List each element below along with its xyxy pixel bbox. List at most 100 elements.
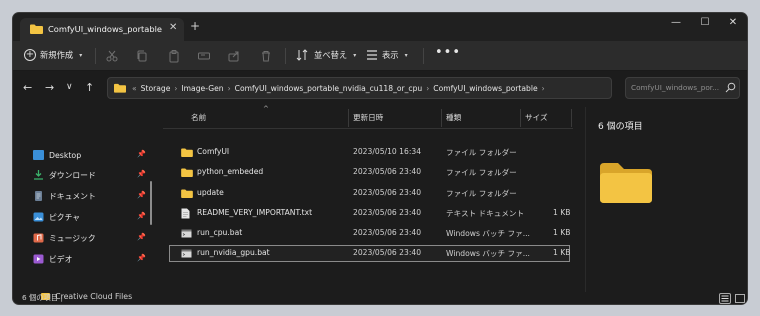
- sidebar-item-videos[interactable]: ビデオ 📌: [33, 251, 153, 267]
- details-pane: 6 個の項目: [585, 107, 747, 292]
- copy-icon[interactable]: [135, 49, 149, 63]
- folder-icon: [114, 83, 126, 95]
- cut-icon[interactable]: [105, 49, 119, 63]
- folder-icon: [30, 24, 43, 36]
- breadcrumb-storage[interactable]: Storage: [141, 84, 171, 93]
- file-name: run_nvidia_gpu.bat: [197, 248, 270, 257]
- forward-button[interactable]: →: [45, 81, 54, 94]
- search-input[interactable]: [631, 83, 719, 92]
- search-icon[interactable]: [725, 82, 736, 95]
- folder-icon: [181, 168, 193, 179]
- delete-icon[interactable]: [259, 49, 273, 63]
- file-date: 2023/05/10 16:34: [353, 147, 422, 156]
- pin-icon[interactable]: 📌: [137, 170, 146, 178]
- file-size: 1 KB: [553, 208, 571, 217]
- close-tab-icon[interactable]: ✕: [169, 22, 177, 33]
- sidebar-item-label: Desktop: [49, 150, 82, 160]
- column-type[interactable]: 種類: [446, 112, 461, 123]
- music-icon: [33, 233, 44, 243]
- folder-icon: [181, 148, 193, 159]
- paste-icon[interactable]: [167, 49, 181, 63]
- file-name: README_VERY_IMPORTANT.txt: [197, 208, 313, 217]
- table-row[interactable]: update 2023/05/06 23:40 ファイル フォルダー: [169, 185, 570, 202]
- column-date[interactable]: 更新日時: [353, 112, 383, 123]
- file-date: 2023/05/06 23:40: [353, 208, 422, 217]
- sidebar-item-label: ダウンロード: [49, 170, 96, 180]
- sidebar-item-music[interactable]: ミュージック 📌: [33, 230, 153, 246]
- sidebar-item-downloads[interactable]: ダウンロード 📌: [33, 167, 153, 183]
- share-icon[interactable]: [227, 49, 241, 63]
- table-row[interactable]: README_VERY_IMPORTANT.txt 2023/05/06 23:…: [169, 205, 570, 222]
- chevron-right-icon[interactable]: ›: [174, 84, 177, 93]
- sidebar-item-desktop[interactable]: Desktop 📌: [33, 147, 153, 163]
- table-row[interactable]: run_nvidia_gpu.bat 2023/05/06 23:40 Wind…: [169, 245, 570, 262]
- address-bar[interactable]: « Storage › Image-Gen › ComfyUI_windows_…: [107, 77, 687, 99]
- chevron-right-icon[interactable]: ›: [228, 84, 231, 93]
- column-divider[interactable]: [348, 109, 349, 127]
- file-name: python_embeded: [197, 167, 264, 176]
- pin-icon[interactable]: 📌: [137, 150, 146, 158]
- chevron-right-icon[interactable]: ›: [542, 84, 545, 93]
- sidebar-item-pictures[interactable]: ピクチャ 📌: [33, 209, 153, 225]
- sidebar-item-label: ドキュメント: [49, 191, 96, 201]
- recent-locations-button[interactable]: ∨: [66, 82, 73, 92]
- maximize-button[interactable]: ☐: [695, 17, 715, 28]
- sort-button[interactable]: 並べ替え ▾: [296, 49, 356, 61]
- item-count-title: 6 個の項目: [598, 122, 643, 132]
- file-name: update: [197, 188, 224, 197]
- table-row[interactable]: ComfyUI 2023/05/10 16:34 ファイル フォルダー: [169, 144, 570, 161]
- file-type: ファイル フォルダー: [446, 168, 517, 177]
- plus-icon: +: [24, 49, 36, 61]
- navigation-pane: Desktop 📌 ダウンロード 📌 ドキュメント 📌 ピクチャ 📌 ミュージッ…: [13, 109, 156, 301]
- column-name[interactable]: 名前: [191, 112, 206, 123]
- chevron-down-icon: ▾: [353, 51, 357, 59]
- details-view-icon[interactable]: [719, 293, 731, 304]
- new-tab-button[interactable]: +: [190, 19, 200, 33]
- minimize-button[interactable]: —: [666, 17, 686, 28]
- search-box[interactable]: [625, 77, 740, 99]
- sort-icon: [296, 49, 308, 61]
- file-name: run_cpu.bat: [197, 228, 243, 237]
- pictures-icon: [33, 212, 44, 222]
- sidebar-item-documents[interactable]: ドキュメント 📌: [33, 188, 153, 204]
- breadcrumb-comfyui-portable[interactable]: ComfyUI_windows_portable: [433, 84, 537, 93]
- table-row[interactable]: python_embeded 2023/05/06 23:40 ファイル フォル…: [169, 164, 570, 181]
- navigation-bar: ← → ∨ ↑ « Storage › Image-Gen › ComfyUI_…: [13, 71, 747, 104]
- view-icon: [367, 50, 377, 60]
- sidebar-scrollbar[interactable]: [150, 181, 152, 225]
- back-button[interactable]: ←: [23, 81, 32, 94]
- file-type: テキスト ドキュメント: [446, 209, 525, 218]
- pin-icon[interactable]: 📌: [137, 212, 146, 220]
- chevron-down-icon: ▾: [404, 51, 408, 59]
- file-type: Windows バッチ ファ...: [446, 249, 530, 258]
- up-button[interactable]: ↑: [85, 81, 94, 94]
- more-options-button[interactable]: •••: [435, 45, 461, 60]
- column-size[interactable]: サイズ: [525, 112, 548, 123]
- tiles-view-icon[interactable]: [734, 293, 746, 304]
- divider: [423, 48, 424, 64]
- batch-file-icon: [181, 229, 192, 240]
- file-type: ファイル フォルダー: [446, 189, 517, 198]
- tab-title: ComfyUI_windows_portable: [48, 24, 163, 34]
- chevron-right-icon[interactable]: ›: [426, 84, 429, 93]
- view-button[interactable]: 表示 ▾: [366, 49, 408, 61]
- column-divider[interactable]: [441, 109, 442, 127]
- pin-icon[interactable]: 📌: [137, 233, 146, 241]
- batch-file-icon: [181, 249, 192, 260]
- new-button[interactable]: + 新規作成 ▾: [24, 49, 82, 61]
- tab-comfyui[interactable]: ComfyUI_windows_portable ✕: [20, 18, 184, 41]
- pin-icon[interactable]: 📌: [137, 191, 146, 199]
- close-window-button[interactable]: ✕: [723, 17, 743, 28]
- breadcrumb-overflow[interactable]: «: [132, 84, 137, 93]
- file-date: 2023/05/06 23:40: [353, 228, 422, 237]
- breadcrumb-image-gen[interactable]: Image-Gen: [181, 84, 223, 93]
- breadcrumb-comfyui-nvidia[interactable]: ComfyUI_windows_portable_nvidia_cu118_or…: [235, 84, 423, 93]
- table-row[interactable]: run_cpu.bat 2023/05/06 23:40 Windows バッチ…: [169, 225, 570, 242]
- column-divider[interactable]: [571, 109, 572, 127]
- column-divider[interactable]: [520, 109, 521, 127]
- file-size: 1 KB: [553, 228, 571, 237]
- pin-icon[interactable]: 📌: [137, 254, 146, 262]
- rename-icon[interactable]: [197, 49, 211, 63]
- sidebar-item-label: ミュージック: [49, 233, 96, 243]
- sidebar-item-label: ピクチャ: [49, 212, 81, 222]
